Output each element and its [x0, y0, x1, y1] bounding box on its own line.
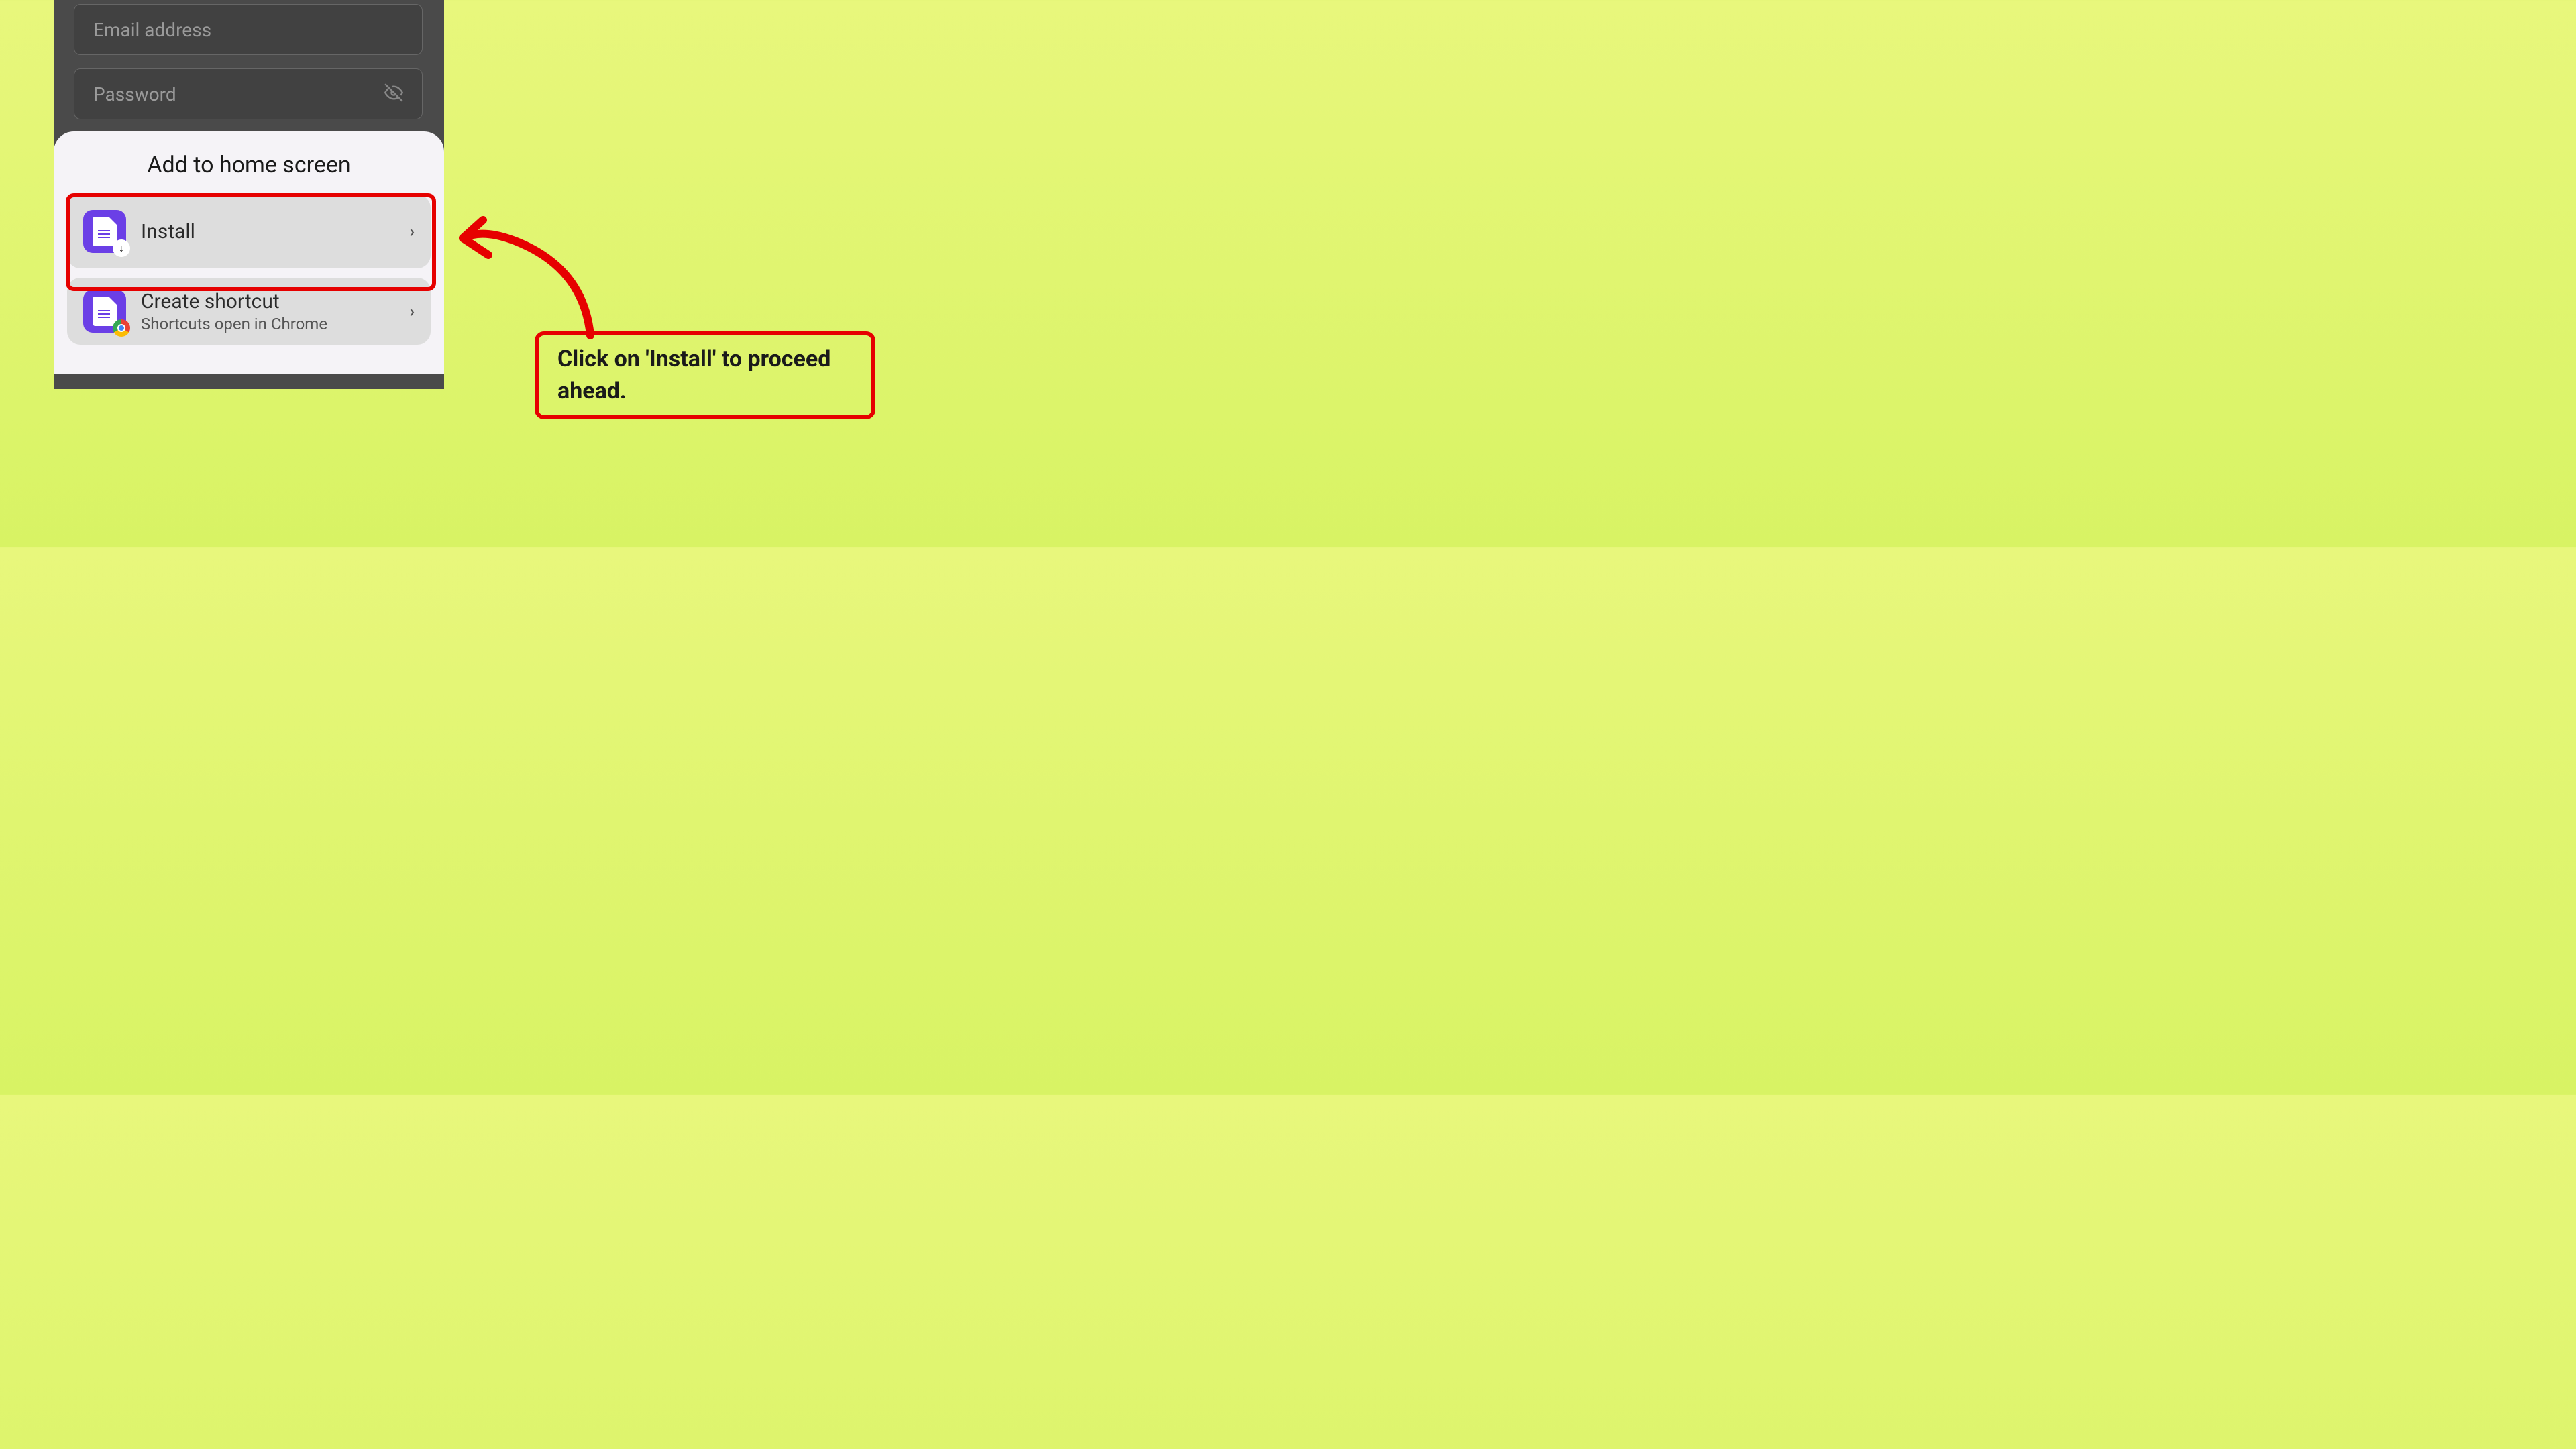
- shortcut-subtitle: Shortcuts open in Chrome: [141, 315, 410, 333]
- shortcut-label: Create shortcut: [141, 290, 410, 313]
- install-option[interactable]: ↓ Install ›: [67, 195, 431, 268]
- app-shortcut-icon: [83, 290, 126, 333]
- callout-arrow: [449, 201, 604, 342]
- email-field[interactable]: Email address: [74, 4, 423, 55]
- add-to-home-sheet: Add to home screen ↓ Install › Create sh…: [54, 131, 444, 374]
- chevron-right-icon: ›: [410, 222, 415, 241]
- phone-screen-background: Email address Password Add to home scree…: [54, 0, 444, 389]
- create-shortcut-option[interactable]: Create shortcut Shortcuts open in Chrome…: [67, 278, 431, 345]
- chevron-right-icon: ›: [410, 302, 415, 321]
- callout-text: Click on 'Install' to proceed ahead.: [557, 343, 853, 407]
- instruction-callout: Click on 'Install' to proceed ahead.: [535, 331, 875, 419]
- email-placeholder: Email address: [93, 19, 211, 41]
- sheet-title: Add to home screen: [67, 152, 431, 178]
- password-field[interactable]: Password: [74, 68, 423, 119]
- chrome-badge-icon: [113, 319, 130, 337]
- password-placeholder: Password: [93, 83, 176, 105]
- app-install-icon: ↓: [83, 210, 126, 253]
- download-badge-icon: ↓: [113, 239, 130, 257]
- eye-off-icon[interactable]: [384, 83, 403, 105]
- install-label: Install: [141, 220, 410, 244]
